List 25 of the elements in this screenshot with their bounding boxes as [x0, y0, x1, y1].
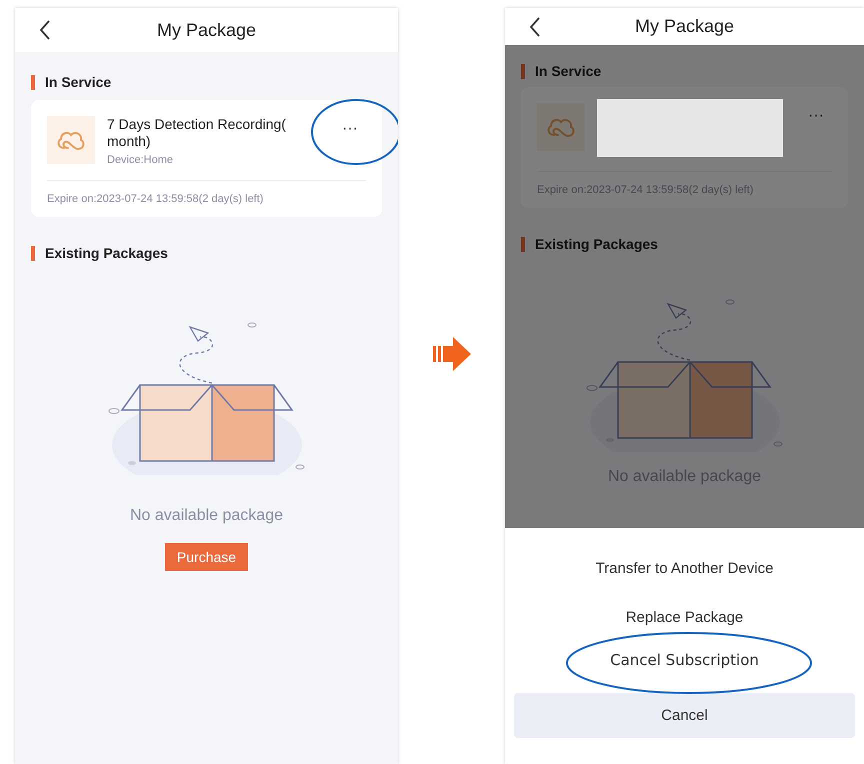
section-heading: Existing Packages: [535, 236, 658, 252]
back-icon[interactable]: [529, 16, 541, 36]
section-heading: In Service: [535, 63, 602, 79]
cloud-icon: [47, 116, 95, 164]
section-marker: [521, 64, 525, 78]
cloud-icon: [537, 103, 585, 151]
package-name: 7 Days Detection Recording( month): [107, 116, 287, 150]
more-button[interactable]: ···: [800, 103, 832, 129]
section-heading: Existing Packages: [45, 245, 168, 261]
expire-text: Expire on:2023-07-24 13:59:58(2 day(s) left): [47, 193, 264, 205]
section-marker: [31, 74, 35, 90]
cancel-button[interactable]: Cancel: [514, 693, 855, 738]
more-button[interactable]: ···: [334, 116, 366, 142]
screen-title: My Package: [634, 16, 734, 37]
sheet-option[interactable]: Replace Package: [616, 603, 754, 632]
back-icon[interactable]: [39, 20, 51, 40]
section-marker: [521, 236, 525, 252]
expire-text: Expire on:2023-07-24 13:59:58(2 day(s) left): [537, 184, 754, 196]
arrow-icon: [432, 337, 470, 371]
device-label: Device:Home: [107, 154, 174, 166]
section-marker: [31, 246, 35, 260]
section-heading: In Service: [45, 74, 112, 90]
empty-state-text: No available package: [130, 507, 283, 525]
sheet-option[interactable]: Transfer to Another Device: [586, 554, 784, 583]
screen-title: My Package: [156, 20, 256, 40]
